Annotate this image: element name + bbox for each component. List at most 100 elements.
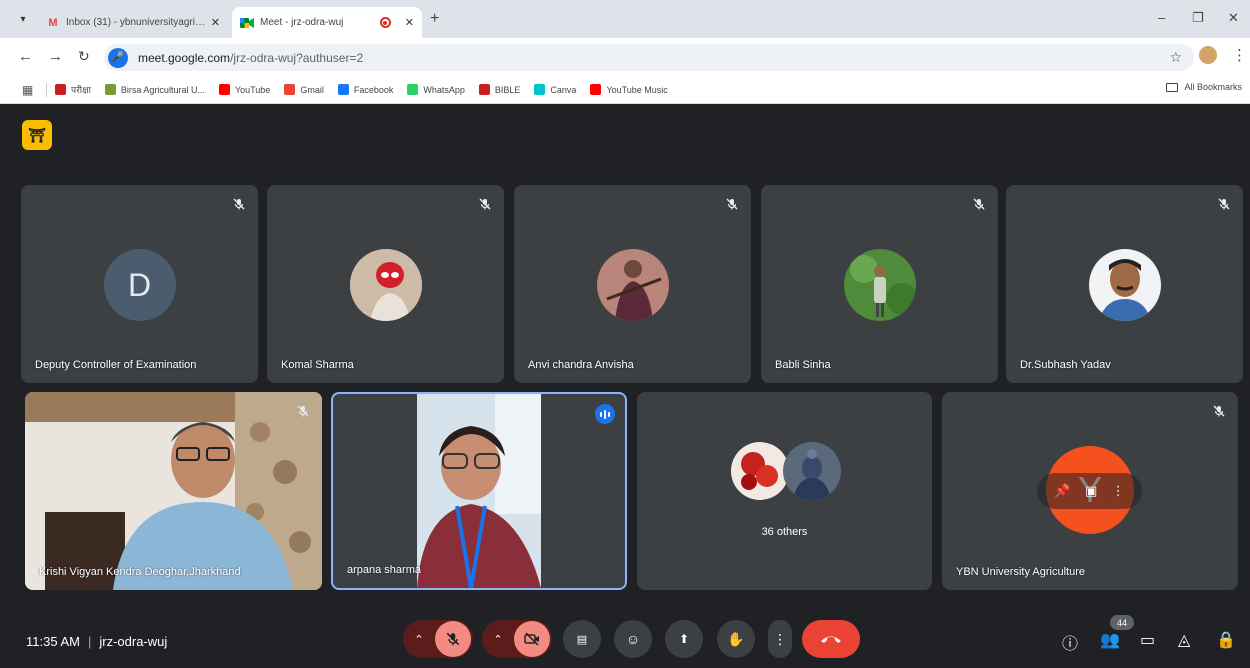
participant-video xyxy=(25,392,322,590)
bookmark-favicon-icon xyxy=(590,84,602,95)
reload-icon[interactable]: ↻ xyxy=(78,48,90,65)
url-text: meet.google.com/jrz-odra-wuj?authuser=2 xyxy=(138,51,363,65)
participant-tile[interactable]: Komal Sharma xyxy=(267,185,504,383)
frame-icon[interactable]: ▣ xyxy=(1085,483,1097,499)
meeting-control-bar: 11:35 AM | jrz-odra-wuj ⌃ ⌃ ▤ ☺ ⬆ ✋ ⋮ ⓘ 👥 … xyxy=(0,618,1250,668)
profile-avatar[interactable] xyxy=(1199,46,1217,64)
folder-icon xyxy=(1166,82,1179,92)
bookmark-favicon-icon xyxy=(284,84,296,95)
site-info-icon[interactable]: 🎤 xyxy=(108,47,128,68)
participant-tile[interactable]: Babli Sinha xyxy=(761,185,998,383)
close-icon[interactable]: ✕ xyxy=(405,16,414,29)
participant-count-badge: 44 xyxy=(1110,615,1134,630)
bookmark-label: Facebook xyxy=(353,84,394,95)
end-call-icon xyxy=(821,636,841,643)
participant-name: Babli Sinha xyxy=(775,359,831,371)
participant-tile[interactable]: Anvi chandra Anvisha xyxy=(514,185,751,383)
gmail-icon: M xyxy=(48,16,58,29)
tab-search-button[interactable]: ▾ xyxy=(14,10,32,28)
bookmark-label: YouTube xyxy=(234,84,271,95)
audio-options-chevron-icon[interactable]: ⌃ xyxy=(403,633,435,646)
new-tab-button[interactable]: + xyxy=(430,10,439,28)
forward-icon[interactable]: → xyxy=(48,48,63,65)
participant-tile[interactable]: Dr.Subhash Yadav xyxy=(1006,185,1243,383)
bookmark-item[interactable]: YouTube Music xyxy=(590,84,668,95)
present-screen-button[interactable]: ⬆ xyxy=(665,620,703,658)
minimize-button[interactable]: – xyxy=(1158,10,1165,25)
all-bookmarks-label: All Bookmarks xyxy=(1184,82,1242,92)
address-bar[interactable]: 🎤 meet.google.com/jrz-odra-wuj?authuser=… xyxy=(104,44,1194,71)
activities-icon[interactable]: ◬ xyxy=(1178,630,1190,650)
apps-grid-icon[interactable]: ▦ xyxy=(22,83,38,97)
more-options-icon[interactable]: ⋮ xyxy=(1112,483,1125,499)
participant-tile[interactable]: D Deputy Controller of Examination xyxy=(21,185,258,383)
room-icon[interactable]: ⛩ xyxy=(22,120,52,150)
meet-stage: ⛩ D Deputy Controller of Examination Kom… xyxy=(0,104,1250,668)
raise-hand-button[interactable]: ✋ xyxy=(717,620,755,658)
captions-button[interactable]: ▤ xyxy=(563,620,601,658)
bookmark-favicon-icon xyxy=(218,84,230,95)
people-icon[interactable]: 👥 xyxy=(1100,630,1120,650)
more-vert-icon: ⋮ xyxy=(773,630,787,647)
avatar: D xyxy=(103,249,176,321)
bookmark-item[interactable]: Gmail xyxy=(284,84,324,95)
bookmark-label: Birsa Agricultural U... xyxy=(120,84,205,95)
bookmark-item[interactable]: WhatsApp xyxy=(407,84,465,95)
all-bookmarks-button[interactable]: All Bookmarks xyxy=(1166,82,1242,92)
captions-icon: ▤ xyxy=(576,633,588,646)
host-controls-icon[interactable]: 🔒 xyxy=(1216,630,1236,650)
meeting-details-icon[interactable]: ⓘ xyxy=(1062,630,1078,654)
tab-strip: ▾ M Inbox (31) - ybnuniversityagric... ✕… xyxy=(0,0,1250,38)
participant-name: YBN University Agriculture xyxy=(956,566,1085,578)
mic-off-icon xyxy=(296,404,310,418)
close-window-button[interactable]: ✕ xyxy=(1228,10,1239,26)
bookmark-item[interactable]: BIBLE xyxy=(478,84,520,95)
browser-menu-icon[interactable]: ⋮ xyxy=(1232,46,1247,64)
avatar xyxy=(1088,249,1161,321)
bookmark-favicon-icon xyxy=(407,84,419,95)
pin-icon[interactable]: 📌 xyxy=(1054,483,1070,499)
url-host: meet.google.com xyxy=(138,50,231,65)
participant-video xyxy=(417,394,541,588)
close-icon[interactable]: ✕ xyxy=(211,16,220,29)
leave-call-button[interactable] xyxy=(802,620,860,658)
more-options-button[interactable]: ⋮ xyxy=(768,620,792,658)
camera-off-icon xyxy=(524,632,539,646)
recording-indicator-icon xyxy=(379,17,391,28)
tab-inbox[interactable]: M Inbox (31) - ybnuniversityagric... ✕ xyxy=(38,7,228,38)
mic-off-icon xyxy=(725,197,739,211)
back-icon[interactable]: ← xyxy=(18,48,33,65)
tab-meet[interactable]: Meet - jrz-odra-wuj ✕ xyxy=(232,7,422,38)
mic-off-button[interactable] xyxy=(435,621,471,657)
video-options-chevron-icon[interactable]: ⌃ xyxy=(482,633,514,646)
bookmark-item[interactable]: Canva xyxy=(534,84,576,95)
meeting-code: jrz-odra-wuj xyxy=(99,634,168,649)
chat-icon[interactable]: ▭ xyxy=(1140,630,1155,650)
present-icon: ⬆ xyxy=(678,632,690,646)
bookmark-item[interactable]: Birsa Agricultural U... xyxy=(104,84,205,95)
bookmark-favicon-icon xyxy=(478,84,490,95)
camera-off-button[interactable] xyxy=(514,621,550,657)
maximize-button[interactable]: ❐ xyxy=(1192,10,1204,26)
bookmark-item[interactable]: परीक्षा xyxy=(55,83,91,96)
tile-hover-controls: 📌 ▣ ⋮ xyxy=(1037,473,1142,509)
mic-off-icon xyxy=(478,197,492,211)
participant-video-tile-speaking[interactable]: arpana sharma xyxy=(331,392,627,590)
mic-off-icon xyxy=(1212,404,1226,418)
bookmark-label: WhatsApp xyxy=(423,84,465,95)
bookmark-label: Gmail xyxy=(300,84,324,95)
mic-off-icon xyxy=(446,632,460,646)
reactions-button[interactable]: ☺ xyxy=(614,620,652,658)
tab-title: Meet - jrz-odra-wuj xyxy=(260,17,344,28)
bookmark-favicon-icon xyxy=(104,84,116,95)
tab-title: Inbox (31) - ybnuniversityagric... xyxy=(66,17,207,28)
others-tile[interactable]: 36 others xyxy=(637,392,932,590)
participant-name: Dr.Subhash Yadav xyxy=(1020,359,1111,371)
bookmark-item[interactable]: Facebook xyxy=(337,84,394,95)
participant-name: Krishi Vigyan Kendra Deoghar,Jharkhand xyxy=(39,566,241,578)
participant-video-tile[interactable]: Krishi Vigyan Kendra Deoghar,Jharkhand xyxy=(25,392,322,590)
meeting-info: 11:35 AM | jrz-odra-wuj xyxy=(26,634,167,649)
participant-name: Komal Sharma xyxy=(281,359,354,371)
bookmark-item[interactable]: YouTube xyxy=(218,84,271,95)
bookmark-star-icon[interactable]: ☆ xyxy=(1169,49,1182,66)
